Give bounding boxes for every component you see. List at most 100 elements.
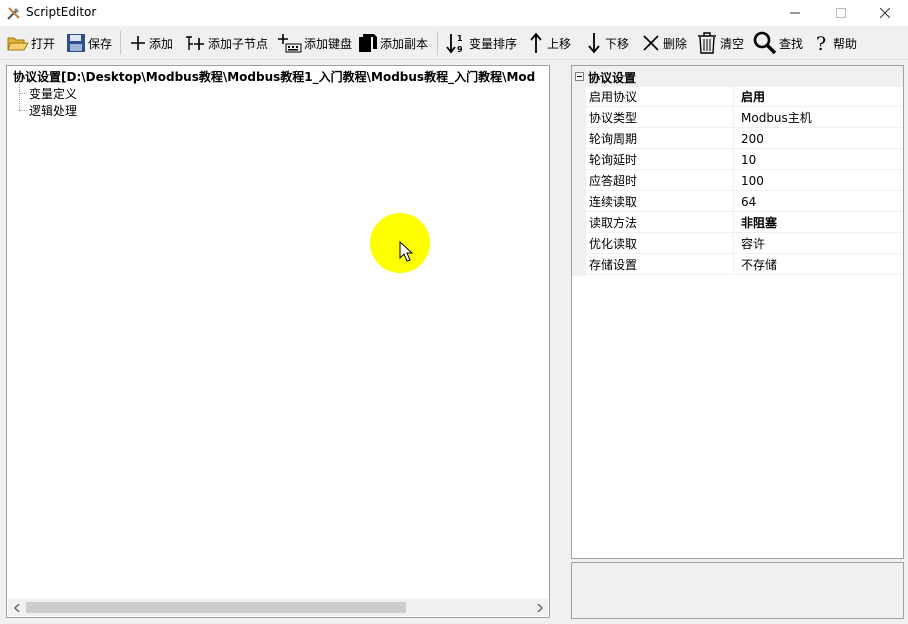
delete-x-icon [643,35,659,51]
tree-node-protocol-settings[interactable]: 协议设置[D:\Desktop\Modbus教程\Modbus教程1_入门教程\… [13,68,535,85]
property-value[interactable]: 64 [734,192,903,212]
close-button[interactable] [862,0,908,26]
add-keyboard-button[interactable]: 添加键盘 [276,30,352,56]
horizontal-scrollbar[interactable] [8,599,548,616]
save-label: 保存 [88,36,113,51]
add-child-icon [186,36,204,50]
svg-text:1: 1 [457,34,463,43]
add-copy-button[interactable]: 添加副本 [358,30,428,56]
property-category[interactable]: 协议设置 [572,66,903,87]
help-question-icon: ? [816,33,826,54]
mouse-pointer-icon [399,241,414,262]
property-row[interactable]: 轮询延时 10 [572,150,903,171]
property-grid: 协议设置 启用协议 启用 协议类型 Modbus主机 轮询周期 200 轮询延时… [571,65,904,559]
scrollbar-thumb[interactable] [26,602,406,613]
property-name: 协议类型 [586,108,734,128]
maximize-button[interactable] [818,0,864,26]
toolbar-separator [437,31,438,55]
add-button[interactable]: 添加 [129,30,173,56]
row-gutter [572,171,586,192]
property-name: 应答超时 [586,171,734,191]
delete-label: 删除 [663,36,688,51]
add-copy-label: 添加副本 [380,36,429,51]
property-row[interactable]: 轮询周期 200 [572,129,903,150]
add-label: 添加 [149,36,174,51]
protocol-tree[interactable]: 协议设置[D:\Desktop\Modbus教程\Modbus教程1_入门教程\… [6,65,550,618]
property-value[interactable]: Modbus主机 [734,108,903,128]
property-name: 轮询周期 [586,129,734,149]
property-value[interactable]: 非阻塞 [734,213,903,233]
tree-node-variable-definition[interactable]: 变量定义 [29,85,77,102]
minimize-button[interactable] [772,0,818,26]
arrow-down-icon [588,33,600,54]
svg-text:?: ? [816,33,826,54]
move-down-label: 下移 [605,36,630,51]
sort-variables-button[interactable]: 1 9 变量排序 [445,30,517,56]
open-label: 打开 [31,36,56,51]
row-gutter [572,108,586,129]
trash-icon [698,32,716,54]
row-gutter [572,150,586,171]
sort-icon: 1 9 [446,34,463,54]
clear-button[interactable]: 清空 [696,30,744,56]
move-up-label: 上移 [547,36,572,51]
row-gutter [572,234,586,255]
property-name: 启用协议 [586,87,734,107]
property-value[interactable]: 启用 [734,87,903,107]
property-value[interactable]: 100 [734,171,903,191]
find-label: 查找 [779,36,804,51]
add-keyboard-label: 添加键盘 [304,36,353,51]
property-row[interactable]: 优化读取 容许 [572,234,903,255]
property-value[interactable]: 200 [734,129,903,149]
property-value[interactable]: 容许 [734,234,903,254]
save-button[interactable]: 保存 [66,30,112,56]
find-button[interactable]: 查找 [753,30,803,56]
property-description-panel [571,562,904,619]
toolbar: 打开 保存 添加 添加子节点 添加键盘 添加副本 1 9 变量排序 上移 下移 … [0,27,908,60]
copy-icon [359,34,377,52]
move-up-button[interactable]: 上移 [527,30,571,56]
close-icon [880,8,890,18]
arrow-up-icon [530,32,542,53]
property-name: 连续读取 [586,192,734,212]
help-label: 帮助 [833,36,858,51]
folder-open-icon [7,37,29,51]
property-name: 存储设置 [586,255,734,275]
scroll-left-icon[interactable] [8,599,25,616]
tree-connector [19,110,27,111]
help-button[interactable]: ? 帮助 [813,30,857,56]
property-name: 优化读取 [586,234,734,254]
row-gutter [572,192,586,213]
window-title: ScriptEditor [26,5,97,19]
property-name: 读取方法 [586,213,734,233]
tree-node-logic-processing[interactable]: 逻辑处理 [29,102,77,119]
clear-label: 清空 [720,36,745,51]
title-bar: ScriptEditor [0,0,908,26]
property-row[interactable]: 连续读取 64 [572,192,903,213]
property-row[interactable]: 存储设置 不存储 [572,255,903,276]
property-row[interactable]: 应答超时 100 [572,171,903,192]
category-label: 协议设置 [588,71,637,85]
maximize-icon [836,8,846,18]
row-gutter [572,255,586,276]
keyboard-icon [278,34,302,53]
svg-text:9: 9 [457,45,463,54]
property-value[interactable]: 10 [734,150,903,170]
plus-icon [131,36,145,50]
property-row[interactable]: 启用协议 启用 [572,87,903,108]
save-icon [67,34,85,52]
delete-button[interactable]: 删除 [641,30,687,56]
tree-connector [19,93,27,94]
open-button[interactable]: 打开 [7,30,55,56]
property-row[interactable]: 协议类型 Modbus主机 [572,108,903,129]
sort-variables-label: 变量排序 [469,36,518,51]
add-child-button[interactable]: 添加子节点 [184,30,268,56]
property-row[interactable]: 读取方法 非阻塞 [572,213,903,234]
property-value[interactable]: 不存储 [734,255,903,275]
move-down-button[interactable]: 下移 [585,30,629,56]
tools-icon [7,7,20,20]
row-gutter [572,129,586,150]
row-gutter [572,213,586,234]
scroll-right-icon[interactable] [531,599,548,616]
collapse-icon[interactable] [575,72,584,81]
